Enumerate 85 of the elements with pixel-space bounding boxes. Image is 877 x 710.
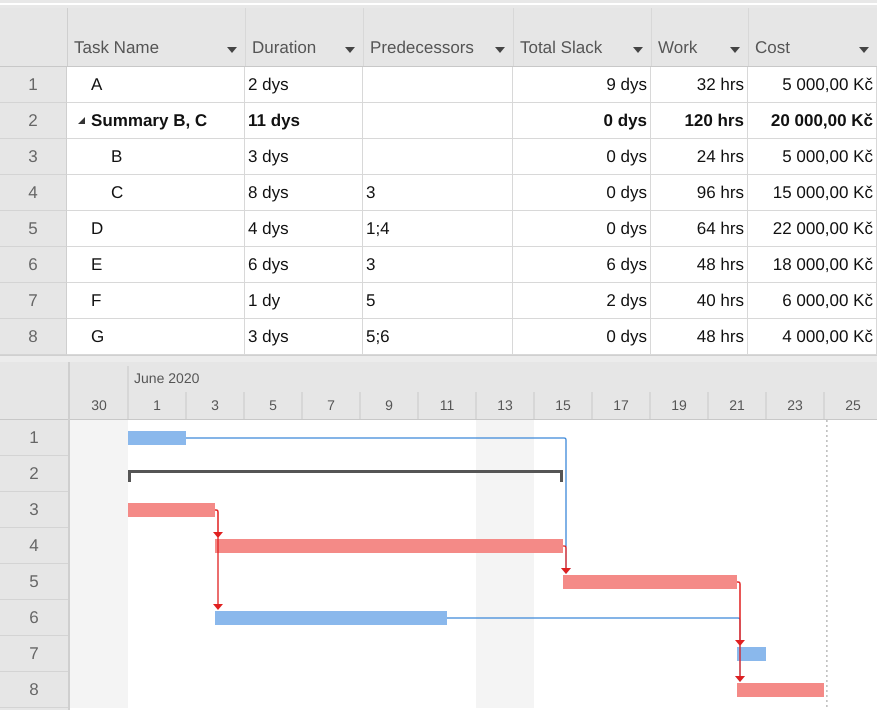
table-cell: 11 dys (245, 103, 363, 139)
table-cell: 8 dys (245, 175, 363, 211)
table-cell: 96 hrs (651, 175, 748, 211)
table-cell: 40 hrs (651, 283, 748, 319)
row-number: 1 (0, 420, 68, 456)
day-label: 7 (327, 397, 335, 413)
table-cell: 5 000,00 Kč (748, 139, 877, 175)
table-cell: 1 dy (245, 283, 363, 319)
dropdown-icon[interactable] (633, 47, 643, 53)
row-number: 2 (0, 103, 67, 139)
day-label: 23 (787, 397, 803, 413)
table-cell: 0 dys (513, 103, 651, 139)
table-cell: 2 dys (245, 67, 363, 103)
dropdown-icon[interactable] (495, 47, 505, 53)
day-label: 3 (211, 397, 219, 413)
row-number: 8 (0, 319, 67, 355)
table-cell: 3 dys (245, 139, 363, 175)
table-cell: 48 hrs (651, 247, 748, 283)
table-cell: 6 dys (513, 247, 651, 283)
row-number: 7 (0, 283, 67, 319)
day-label: 5 (269, 397, 277, 413)
row-number: 6 (0, 600, 68, 636)
row-number: 2 (0, 456, 68, 492)
day-label: 11 (440, 397, 454, 413)
table-cell: 3 (363, 175, 513, 211)
task-name: C (111, 182, 124, 202)
day-label: 17 (613, 397, 629, 413)
table-cell: 0 dys (513, 211, 651, 247)
task-name: B (111, 146, 122, 166)
summary-bar[interactable] (128, 470, 563, 482)
day-label: 15 (555, 397, 571, 413)
row-number: 1 (0, 67, 67, 103)
table-cell: 0 dys (513, 175, 651, 211)
table-cell: 5 000,00 Kč (748, 67, 877, 103)
column-header[interactable]: Task Name (68, 8, 246, 66)
day-label: 13 (497, 397, 513, 413)
task-name: G (91, 326, 104, 346)
row-number: 3 (0, 139, 67, 175)
day-label: 9 (385, 397, 393, 413)
table-cell: 32 hrs (651, 67, 748, 103)
row-number: 7 (0, 636, 68, 672)
column-header[interactable]: Cost (749, 8, 877, 66)
day-label: 19 (671, 397, 687, 413)
table-cell: 0 dys (513, 139, 651, 175)
task-name: Summary B, C (91, 110, 208, 130)
table-cell: 9 dys (513, 67, 651, 103)
column-header[interactable]: Duration (246, 8, 364, 66)
table-cell: 2 dys (513, 283, 651, 319)
day-label: 30 (91, 397, 107, 413)
dropdown-icon[interactable] (859, 47, 869, 53)
task-name: A (91, 74, 102, 94)
month-label: June 2020 (134, 370, 200, 386)
column-header[interactable]: Predecessors (364, 8, 514, 66)
dropdown-icon[interactable] (227, 47, 237, 53)
row-number: 4 (0, 175, 67, 211)
table-cell: 24 hrs (651, 139, 748, 175)
table-cell: 18 000,00 Kč (748, 247, 877, 283)
row-number: 5 (0, 564, 68, 600)
table-cell: 5 (363, 283, 513, 319)
row-number: 8 (0, 672, 68, 708)
table-cell: 6 000,00 Kč (748, 283, 877, 319)
table-cell: 20 000,00 Kč (748, 103, 877, 139)
task-name: E (91, 254, 102, 274)
table-cell: 3 (363, 247, 513, 283)
collapse-icon[interactable] (78, 117, 85, 124)
day-label: 25 (845, 397, 861, 413)
row-number: 3 (0, 492, 68, 528)
table-cell: 22 000,00 Kč (748, 211, 877, 247)
table-cell: 15 000,00 Kč (748, 175, 877, 211)
row-number: 4 (0, 528, 68, 564)
day-label: 21 (729, 397, 745, 413)
task-name: D (91, 218, 104, 238)
dropdown-icon[interactable] (730, 47, 740, 53)
column-header[interactable]: Total Slack (514, 8, 652, 66)
dropdown-icon[interactable] (345, 47, 355, 53)
task-name: F (91, 290, 102, 310)
table-cell: 64 hrs (651, 211, 748, 247)
day-label: 1 (153, 397, 161, 413)
table-cell: 120 hrs (651, 103, 748, 139)
table-cell: 1;4 (363, 211, 513, 247)
table-cell: 4 dys (245, 211, 363, 247)
table-cell: 6 dys (245, 247, 363, 283)
row-number: 5 (0, 211, 67, 247)
row-number: 6 (0, 247, 67, 283)
column-header[interactable]: Work (652, 8, 749, 66)
